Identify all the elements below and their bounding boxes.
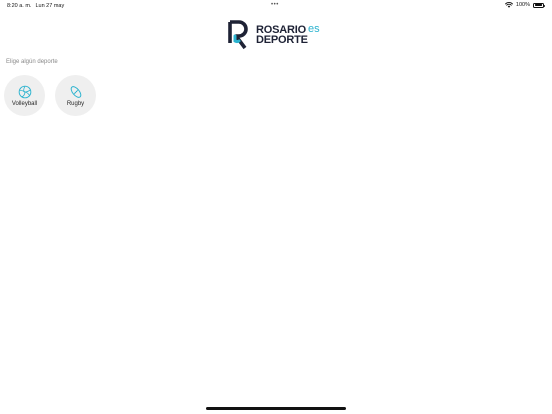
sport-option-label: Rugby [66,100,85,107]
sport-option-volleyball[interactable]: Volleyball [4,75,45,116]
status-clock: 8:20 a. m. Lun 27 may [7,3,64,9]
wifi-icon [504,2,513,8]
status-date: Lun 27 may [35,2,65,9]
multitasking-menu-button[interactable]: ••• [271,2,279,8]
home-indicator[interactable] [206,407,346,410]
battery-percentage: 100% [515,2,530,8]
logo-text-deporte: DEPORTE [256,34,308,46]
app-logo: ROSARIO DEPORTE es [228,20,324,50]
status-indicators: 100% [504,2,545,8]
status-bar: 8:20 a. m. Lun 27 may ••• 100% [0,0,552,12]
status-time: 8:20 a. m. [7,2,32,9]
sport-list: Volleyball Rugby [4,75,96,116]
sport-option-label: Volleyball [11,100,38,107]
volleyball-icon [18,85,31,98]
logo-r-mark-icon [228,20,248,50]
sport-option-rugby[interactable]: Rugby [55,75,96,116]
rugby-ball-icon [70,85,81,98]
logo-text-es: es [308,23,320,35]
battery-icon [533,2,545,8]
sport-selection-label: Elige algún deporte [6,59,58,65]
